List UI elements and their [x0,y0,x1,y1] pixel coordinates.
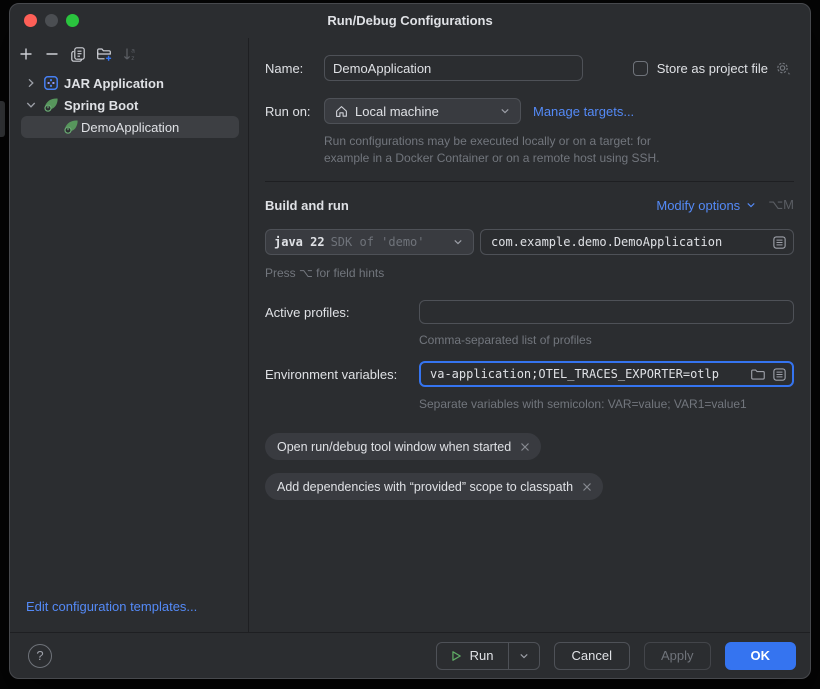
jdk-select[interactable]: java 22 SDK of 'demo' [265,229,474,255]
active-profiles-label: Active profiles: [265,305,419,320]
name-label: Name: [265,61,324,76]
background-window-edge [0,101,5,137]
chip-provided-scope[interactable]: Add dependencies with “provided” scope t… [265,473,603,500]
name-input[interactable] [324,55,583,81]
chevron-down-icon[interactable] [23,97,39,113]
run-on-hint: Run configurations may be executed local… [324,133,794,167]
build-row: java 22 SDK of 'demo' [265,229,794,255]
dialog-title: Run/Debug Configurations [10,13,810,28]
build-and-run-header: Build and run Modify options ⌥M [265,197,794,213]
copy-icon [70,46,86,62]
tree-item-label: DemoApplication [81,120,179,135]
remove-configuration-button[interactable] [44,46,60,62]
list-icon [772,367,787,382]
add-configuration-button[interactable] [18,46,34,62]
active-profiles-input[interactable] [419,300,794,324]
environment-variables-field-wrap [419,361,794,387]
store-settings-button[interactable] [775,60,792,76]
play-icon [449,649,463,663]
active-profiles-hint: Comma-separated list of profiles [419,332,794,349]
sort-az-icon: a z [122,46,138,62]
list-icon [772,235,787,250]
sidebar-toolbar: a z [10,38,248,70]
run-debug-configurations-dialog: Run/Debug Configurations [9,3,811,679]
main-class-input[interactable] [489,234,765,250]
environment-variables-label: Environment variables: [265,367,419,382]
home-icon [333,103,349,119]
close-icon [581,481,593,493]
configurations-sidebar: a z [10,38,249,632]
chip-open-tool-window[interactable]: Open run/debug tool window when started [265,433,541,460]
modify-options-link[interactable]: Modify options [656,198,758,213]
help-button[interactable]: ? [28,644,52,668]
tree-item-spring-boot[interactable]: Spring Boot [21,94,239,116]
remove-option-button[interactable] [519,441,531,453]
build-and-run-title: Build and run [265,198,349,213]
ok-button[interactable]: OK [725,642,797,670]
modify-options-shortcut: ⌥M [768,197,794,213]
section-divider [265,181,794,182]
tree-item-jar-application[interactable]: JAR Application [21,72,239,94]
run-on-label: Run on: [265,104,324,119]
active-profiles-row: Active profiles: [265,300,794,324]
screen-background: Run/Debug Configurations [0,0,820,689]
configuration-form: Name: Store as project file [249,38,810,632]
store-as-project-file-checkbox[interactable] [633,61,648,76]
svg-text:z: z [131,55,134,62]
tree-item-label: JAR Application [64,76,164,91]
svg-text:a: a [131,48,135,55]
run-on-select[interactable]: Local machine [324,98,521,124]
class-browser-button[interactable] [771,234,787,250]
dialog-footer: ? Run Cancel Apply OK [10,632,810,678]
apply-button: Apply [644,642,711,670]
environment-variables-row: Environment variables: [265,361,794,387]
main-class-field-wrap [480,229,794,255]
browse-button[interactable] [749,366,765,382]
jdk-detail: SDK of 'demo' [331,235,425,249]
cancel-button[interactable]: Cancel [554,642,630,670]
add-icon [18,46,34,62]
chevron-down-icon [451,235,465,249]
spring-boot-icon [63,119,79,135]
configurations-tree: JAR Application S [10,72,248,138]
tree-item-demo-application[interactable]: DemoApplication [21,116,239,138]
title-bar: Run/Debug Configurations [10,4,810,38]
run-split-button[interactable]: Run [436,642,540,670]
jdk-name: java 22 [274,235,325,249]
tree-item-label: Spring Boot [64,98,138,113]
remove-option-button[interactable] [581,481,593,493]
run-on-row: Run on: Local machine Manage targets... [265,98,794,124]
folder-icon [750,367,765,382]
copy-configuration-button[interactable] [70,46,86,62]
store-as-project-file-label: Store as project file [657,61,768,76]
new-folder-button[interactable] [96,46,112,62]
environment-variables-input[interactable] [428,366,743,382]
run-button[interactable]: Run [437,643,508,669]
close-icon [519,441,531,453]
environment-variables-hint: Separate variables with semicolon: VAR=v… [419,396,794,413]
new-folder-icon [96,46,112,62]
store-as-project-file-group: Store as project file [633,60,792,76]
help-icon: ? [36,648,43,663]
chevron-down-icon [517,649,531,663]
remove-icon [44,46,60,62]
jar-application-icon [43,75,59,91]
spring-boot-icon [43,97,59,113]
run-options-button[interactable] [509,643,539,669]
chevron-down-icon [498,104,512,118]
sort-configurations-button: a z [122,46,138,62]
chevron-down-icon [744,198,758,212]
gear-icon [775,60,792,76]
option-chips: Open run/debug tool window when started … [265,433,794,500]
edit-configuration-templates-link[interactable]: Edit configuration templates... [26,599,232,614]
edit-variables-button[interactable] [771,366,787,382]
run-on-value: Local machine [355,104,439,119]
chevron-right-icon[interactable] [23,75,39,91]
name-row: Name: Store as project file [265,55,794,81]
manage-targets-link[interactable]: Manage targets... [533,104,634,119]
field-hints-note: Press ⌥ for field hints [265,265,794,282]
